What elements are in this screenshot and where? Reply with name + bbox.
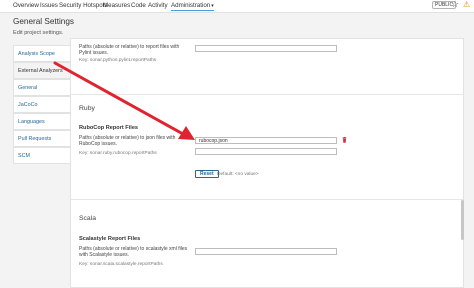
tab-activity[interactable]: Activity: [148, 2, 168, 9]
trash-icon[interactable]: [342, 137, 347, 143]
pylint-report-paths-input[interactable]: [195, 45, 337, 52]
sidebar-item-analysis-scope[interactable]: Analysis Scope: [13, 45, 71, 62]
sidebar-item-external-analyzers[interactable]: External Analyzers: [13, 62, 71, 79]
ruby-section-title: Ruby: [79, 105, 95, 112]
default-value-note: Default: <no value>: [217, 172, 259, 177]
rubocop-field-title: RuboCop Report Files: [79, 125, 139, 131]
page-subtitle: Edit project settings.: [13, 30, 64, 36]
sidebar-item-jacoco[interactable]: JaCoCo: [13, 96, 71, 113]
star-icon[interactable]: ☆: [451, 0, 459, 9]
scalastyle-field-title: Scalastyle Report Files: [79, 236, 141, 242]
tab-administration[interactable]: Administration▾: [171, 2, 214, 11]
pylint-key: Key: sonar.python.pylint.reportPaths: [79, 58, 157, 63]
pylint-description: Paths (absolute or relative) to report f…: [79, 44, 180, 56]
sidebar-item-general[interactable]: General: [13, 79, 71, 96]
tab-overview[interactable]: Overview: [13, 2, 39, 9]
sidebar-item-scm[interactable]: SCM: [13, 147, 71, 164]
tab-security-hotspots[interactable]: Security Hotspots: [59, 2, 108, 9]
scala-section-title: Scala: [79, 215, 97, 222]
section-divider: [71, 94, 463, 95]
page-title: General Settings: [13, 17, 74, 26]
rubocop-key: Key: sonar.ruby.rubocop.reportPaths: [79, 151, 157, 156]
scrollbar-thumb[interactable]: [461, 200, 464, 240]
scalastyle-key: Key: sonar.scala.scalastyle.reportPaths: [79, 262, 163, 267]
reset-button[interactable]: Reset: [195, 170, 219, 178]
rubocop-report-paths-input[interactable]: [195, 137, 337, 144]
warning-icon[interactable]: ⚠: [463, 0, 470, 9]
rubocop-description: Paths (absolute or relative) to json fil…: [79, 135, 176, 147]
scalastyle-report-paths-input[interactable]: [195, 248, 337, 255]
sidebar-item-pull-requests[interactable]: Pull Requests: [13, 130, 71, 147]
chevron-down-icon: ▾: [211, 3, 214, 9]
scalastyle-description: Paths (absolute or relative) to scalasty…: [79, 246, 188, 258]
tab-issues[interactable]: Issues: [40, 2, 58, 9]
tab-code[interactable]: Code: [131, 2, 146, 9]
rubocop-extra-value-input[interactable]: [195, 148, 337, 155]
tab-administration-label: Administration: [171, 2, 211, 9]
top-navigation: Overview Issues Security Hotspots Measur…: [0, 0, 474, 13]
sidebar-item-languages[interactable]: Languages: [13, 113, 71, 130]
tab-measures[interactable]: Measures: [103, 2, 130, 9]
settings-panel: Paths (absolute or relative) to report f…: [70, 38, 464, 288]
section-divider: [71, 199, 463, 200]
